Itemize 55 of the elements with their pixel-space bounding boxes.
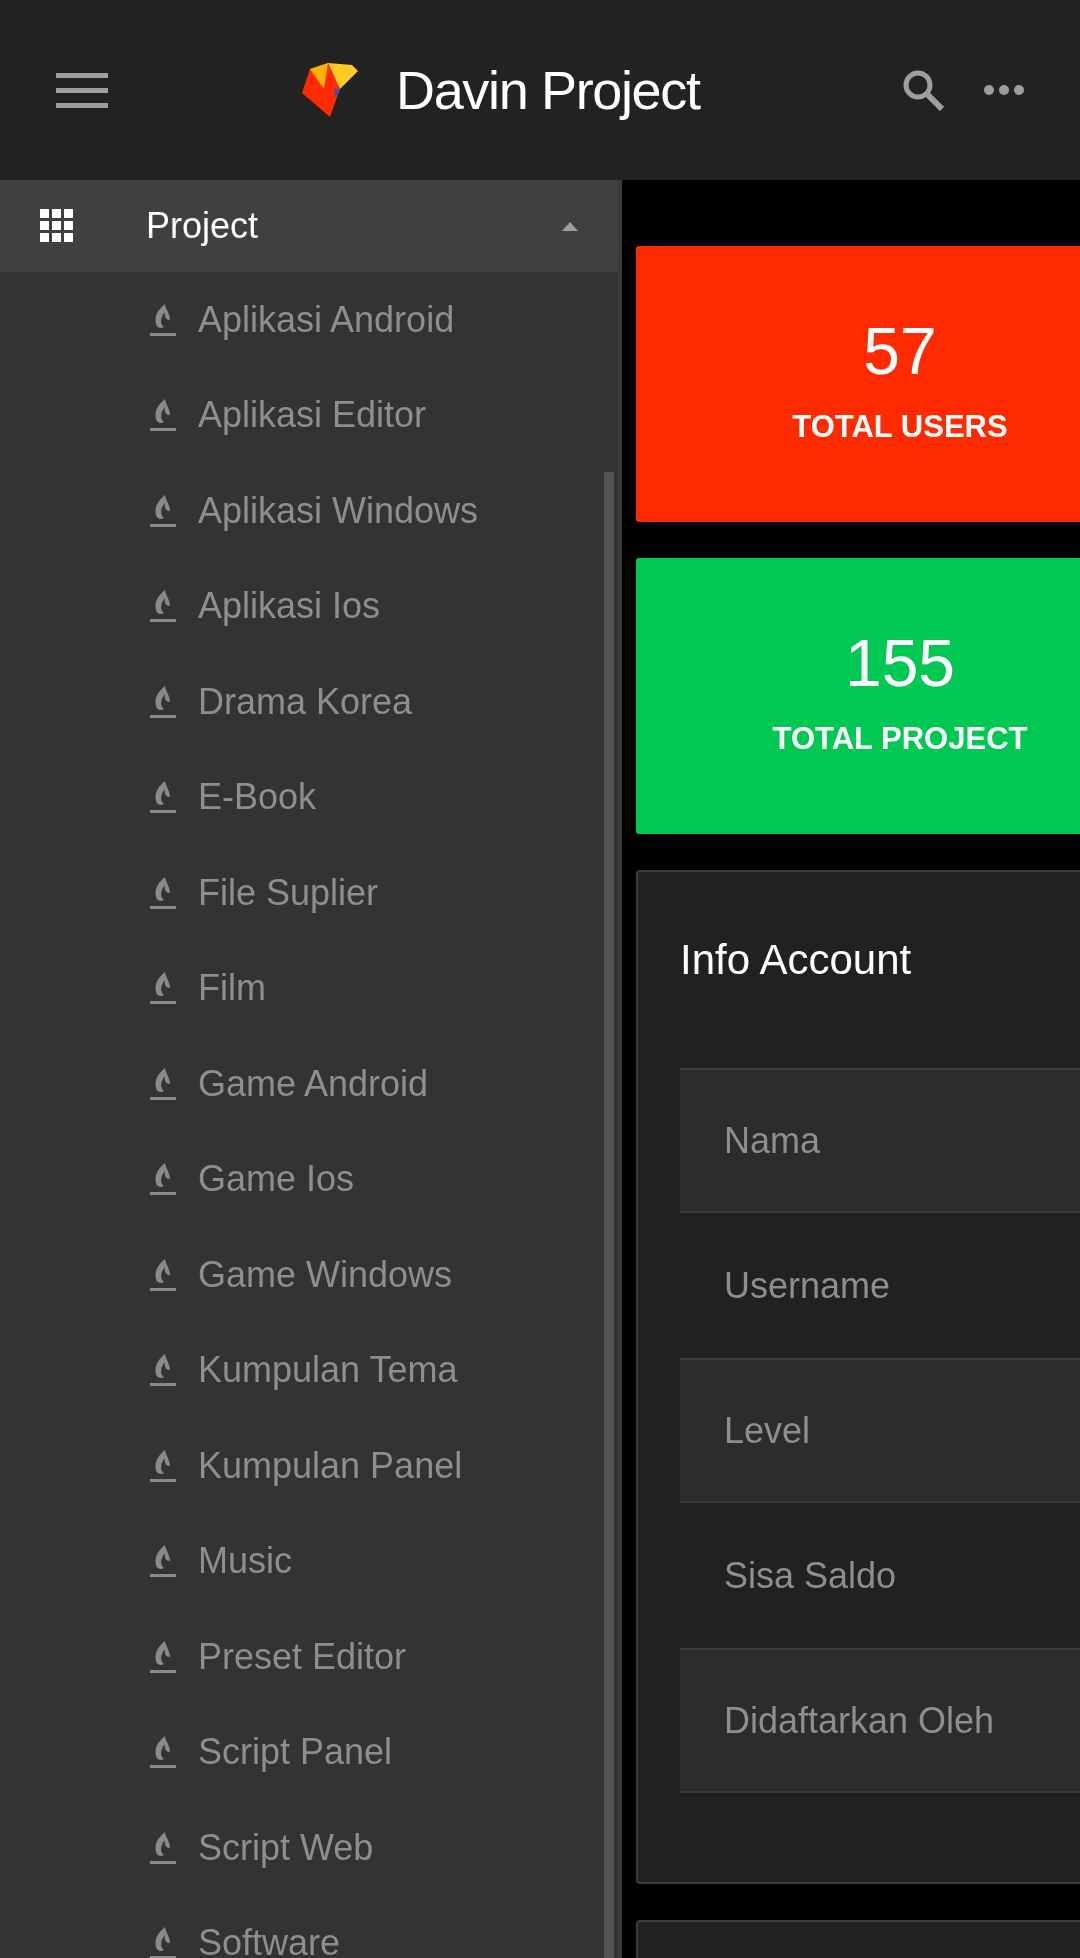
scrollbar[interactable] <box>604 472 614 1958</box>
flame-icon <box>148 1543 178 1580</box>
card-title: Info Account <box>680 935 913 985</box>
sidebar-item[interactable]: Aplikasi Ios <box>0 558 618 654</box>
sidebar-item[interactable]: Film <box>0 940 618 1036</box>
flame-icon <box>148 683 178 720</box>
flame-icon <box>148 1447 178 1484</box>
sidebar-item[interactable]: Preset Editor <box>0 1609 618 1705</box>
flame-icon <box>148 301 178 338</box>
flame-icon <box>148 588 178 625</box>
sidebar-item[interactable]: Script Panel <box>0 1704 618 1800</box>
flame-icon <box>148 1161 178 1198</box>
flame-icon <box>148 970 178 1007</box>
grid-icon <box>40 209 74 243</box>
sidebar-item[interactable]: Drama Korea <box>0 654 618 750</box>
app-title: Davin Project <box>396 58 700 122</box>
sidebar-item[interactable]: Kumpulan Tema <box>0 1322 618 1418</box>
search-icon[interactable] <box>902 69 944 111</box>
menu-icon[interactable] <box>56 71 108 109</box>
sidebar-item[interactable]: Aplikasi Windows <box>0 463 618 559</box>
sidebar-item[interactable]: Game Windows <box>0 1227 618 1323</box>
flame-icon <box>148 1829 178 1866</box>
sidebar-item[interactable]: Aplikasi Editor <box>0 367 618 463</box>
sidebar-item[interactable]: File Suplier <box>0 845 618 941</box>
flame-icon <box>148 1925 178 1958</box>
flame-icon <box>148 779 178 816</box>
flame-icon <box>148 1065 178 1102</box>
flame-icon <box>148 397 178 434</box>
sidebar-item[interactable]: Software <box>0 1895 618 1958</box>
info-row-text: Username <box>723 1263 892 1308</box>
info-row: Nama <box>680 1068 1080 1213</box>
caret-icon <box>562 221 578 231</box>
flame-icon <box>148 1734 178 1771</box>
info-row: Level <box>680 1358 1080 1503</box>
stat-label: TOTAL USERS <box>792 407 1008 446</box>
sidebar-item[interactable]: Kumpulan Panel <box>0 1418 618 1514</box>
sidebar-item[interactable]: Script Web <box>0 1800 618 1896</box>
sidebar-item[interactable]: Game Ios <box>0 1131 618 1227</box>
info-row-text: Sisa Saldo <box>723 1553 898 1598</box>
flame-icon <box>148 1256 178 1293</box>
stat-value: 57 <box>863 317 937 384</box>
stat-value: 155 <box>844 629 956 696</box>
info-row: Didaftarkan Oleh <box>680 1648 1080 1793</box>
stat-label: TOTAL PROJECT <box>772 719 1028 758</box>
flame-icon <box>148 1638 178 1675</box>
more-icon[interactable] <box>984 85 1024 95</box>
section-label: Project <box>146 204 259 248</box>
flame-icon <box>148 874 178 911</box>
flame-icon <box>148 492 178 529</box>
sidebar-item[interactable]: Music <box>0 1513 618 1609</box>
section-header[interactable]: Project <box>0 180 618 272</box>
sidebar-item[interactable]: Game Android <box>0 1036 618 1132</box>
sidebar-item[interactable]: E-Book <box>0 749 618 845</box>
sidebar-item[interactable]: Aplikasi Android <box>0 272 618 368</box>
flame-icon <box>148 1352 178 1389</box>
